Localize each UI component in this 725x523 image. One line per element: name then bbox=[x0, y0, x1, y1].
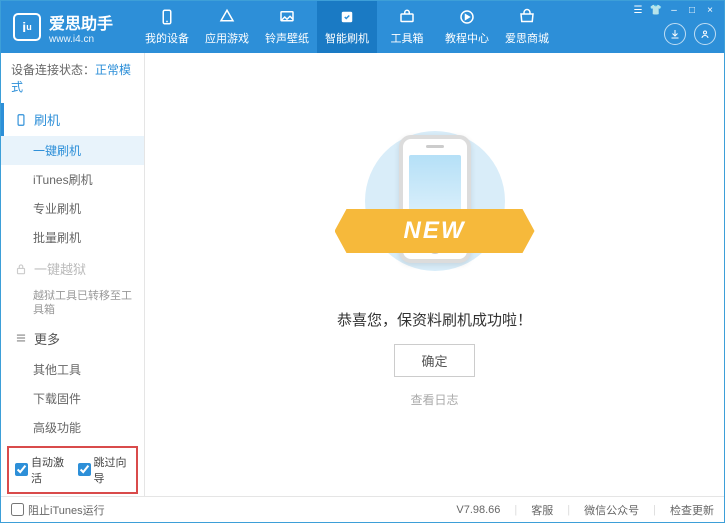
skip-guide-checkbox[interactable]: 跳过向导 bbox=[78, 454, 131, 486]
user-button[interactable] bbox=[694, 23, 716, 45]
menu-icon[interactable]: ☰ bbox=[630, 5, 646, 16]
lock-icon bbox=[14, 262, 28, 276]
auto-activate-checkbox[interactable]: 自动激活 bbox=[15, 454, 68, 486]
phone-icon bbox=[14, 113, 28, 127]
nav-store[interactable]: 爱思商城 bbox=[497, 1, 557, 53]
wallpaper-icon bbox=[278, 8, 296, 26]
main-content: NEW 恭喜您，保资料刷机成功啦！ 确定 查看日志 bbox=[145, 53, 724, 496]
toolbox-icon bbox=[398, 8, 416, 26]
sidebar-section-jailbreak: 一键越狱 bbox=[1, 252, 144, 285]
window-controls: ☰ 👕 – □ × bbox=[624, 1, 724, 20]
service-link[interactable]: 客服 bbox=[531, 502, 553, 518]
main-nav: 我的设备 应用游戏 铃声壁纸 智能刷机 工具箱 教程中心 bbox=[137, 1, 557, 53]
logo[interactable]: iu 爱思助手 www.i4.cn bbox=[1, 10, 125, 45]
nav-ringtones[interactable]: 铃声壁纸 bbox=[257, 1, 317, 53]
sidebar-item-advanced[interactable]: 高级功能 bbox=[1, 413, 144, 442]
sidebar: 设备连接状态：正常模式 刷机 一键刷机 iTunes刷机 专业刷机 批量刷机 一… bbox=[1, 53, 145, 496]
brand-name: 爱思助手 bbox=[49, 10, 113, 34]
sidebar-item-other-tools[interactable]: 其他工具 bbox=[1, 355, 144, 384]
ok-button[interactable]: 确定 bbox=[394, 344, 474, 377]
apps-icon bbox=[218, 8, 236, 26]
sidebar-item-download-fw[interactable]: 下载固件 bbox=[1, 384, 144, 413]
sidebar-section-flash[interactable]: 刷机 bbox=[1, 103, 144, 136]
title-right-buttons bbox=[664, 23, 716, 45]
nav-apps[interactable]: 应用游戏 bbox=[197, 1, 257, 53]
logo-icon: iu bbox=[13, 13, 41, 41]
update-link[interactable]: 检查更新 bbox=[670, 502, 714, 518]
minimize-button[interactable]: – bbox=[666, 5, 682, 16]
version-label: V7.98.66 bbox=[456, 504, 500, 516]
list-icon bbox=[14, 331, 28, 345]
download-button[interactable] bbox=[664, 23, 686, 45]
close-button[interactable]: × bbox=[702, 5, 718, 16]
block-itunes-checkbox[interactable]: 阻止iTunes运行 bbox=[11, 502, 105, 518]
nav-flash[interactable]: 智能刷机 bbox=[317, 1, 377, 53]
skin-icon[interactable]: 👕 bbox=[648, 5, 664, 16]
nav-toolbox[interactable]: 工具箱 bbox=[377, 1, 437, 53]
view-log-link[interactable]: 查看日志 bbox=[410, 391, 458, 408]
flash-options-box: 自动激活 跳过向导 bbox=[7, 446, 138, 494]
store-icon bbox=[518, 8, 536, 26]
sidebar-item-pro-flash[interactable]: 专业刷机 bbox=[1, 194, 144, 223]
flash-icon bbox=[338, 8, 356, 26]
sidebar-item-itunes-flash[interactable]: iTunes刷机 bbox=[1, 165, 144, 194]
download-icon bbox=[669, 28, 681, 40]
app-window: iu 爱思助手 www.i4.cn 我的设备 应用游戏 铃声壁纸 智能刷机 bbox=[0, 0, 725, 523]
wechat-link[interactable]: 微信公众号 bbox=[584, 502, 639, 518]
device-icon bbox=[158, 8, 176, 26]
sidebar-item-batch-flash[interactable]: 批量刷机 bbox=[1, 223, 144, 252]
connection-status: 设备连接状态：正常模式 bbox=[1, 53, 144, 103]
jailbreak-note: 越狱工具已转移至工具箱 bbox=[1, 285, 144, 322]
user-icon bbox=[699, 28, 711, 40]
nav-tutorials[interactable]: 教程中心 bbox=[437, 1, 497, 53]
body: 设备连接状态：正常模式 刷机 一键刷机 iTunes刷机 专业刷机 批量刷机 一… bbox=[1, 53, 724, 496]
sidebar-section-more[interactable]: 更多 bbox=[1, 322, 144, 355]
titlebar: iu 爱思助手 www.i4.cn 我的设备 应用游戏 铃声壁纸 智能刷机 bbox=[1, 1, 724, 53]
statusbar: 阻止iTunes运行 V7.98.66 | 客服 | 微信公众号 | 检查更新 bbox=[1, 496, 724, 522]
success-illustration: NEW bbox=[325, 121, 545, 291]
new-ribbon: NEW bbox=[335, 209, 535, 253]
sidebar-item-oneclick-flash[interactable]: 一键刷机 bbox=[1, 136, 144, 165]
tutorial-icon bbox=[458, 8, 476, 26]
nav-my-device[interactable]: 我的设备 bbox=[137, 1, 197, 53]
brand-url: www.i4.cn bbox=[49, 34, 113, 45]
success-message: 恭喜您，保资料刷机成功啦！ bbox=[337, 309, 532, 330]
maximize-button[interactable]: □ bbox=[684, 5, 700, 16]
